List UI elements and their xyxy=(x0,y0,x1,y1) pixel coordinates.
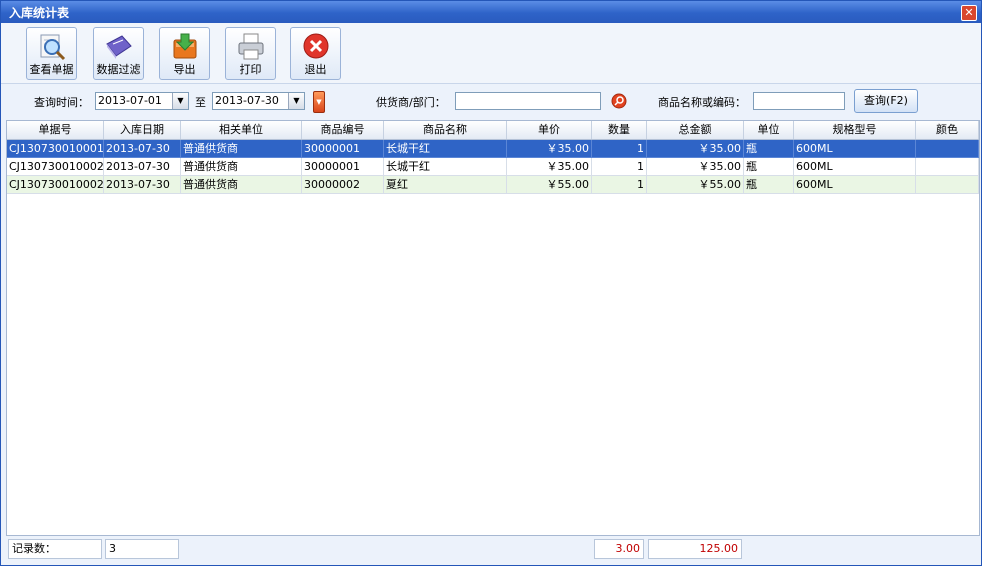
filter-bar: 查询时间： 2013-07-01 ▼ 至 2013-07-30 ▼ ▼ 供货商/… xyxy=(1,84,981,118)
exit-icon xyxy=(303,33,328,59)
cell-quantity: 1 xyxy=(592,158,647,176)
status-bar: 记录数： 3 3.00 125.00 xyxy=(6,537,978,561)
data-filter-button[interactable]: 数据过滤 xyxy=(93,27,144,80)
window-title: 入库统计表 xyxy=(9,6,70,20)
exit-button[interactable]: 退出 xyxy=(290,27,341,80)
col-header-unit[interactable]: 单位 xyxy=(744,121,794,139)
product-input[interactable] xyxy=(753,92,845,110)
col-header-unit-price[interactable]: 单价 xyxy=(507,121,592,139)
to-label: 至 xyxy=(195,96,206,109)
col-header-total[interactable]: 总金额 xyxy=(647,121,744,139)
view-document-label: 查看单据 xyxy=(29,63,74,76)
date-range-dropdown-icon[interactable]: ▼ xyxy=(313,91,325,113)
cell-doc-no: CJ130730010002 xyxy=(7,176,104,194)
date-from-select[interactable]: 2013-07-01 ▼ xyxy=(95,92,189,110)
cell-product-code: 30000001 xyxy=(302,158,384,176)
col-header-color[interactable]: 颜色 xyxy=(916,121,979,139)
col-header-product-name[interactable]: 商品名称 xyxy=(384,121,507,139)
record-count-value: 3 xyxy=(105,539,179,559)
cell-party: 普通供货商 xyxy=(181,140,302,158)
cell-product-name: 长城干红 xyxy=(384,158,507,176)
quantity-total: 3.00 xyxy=(594,539,644,559)
chevron-down-icon[interactable]: ▼ xyxy=(172,93,188,109)
cell-unit: 瓶 xyxy=(744,176,794,194)
export-icon xyxy=(173,33,196,59)
col-header-spec[interactable]: 规格型号 xyxy=(794,121,916,139)
supplier-label: 供货商/部门： xyxy=(376,96,446,109)
cell-quantity: 1 xyxy=(592,140,647,158)
window: 入库统计表 ✕ 查看单据 数据过滤 导出 打印 退出 查询时间： 2013-07… xyxy=(0,0,982,566)
record-count-label: 记录数： xyxy=(8,539,102,559)
table-row[interactable]: CJ130730010002 2013-07-30 普通供货商 30000001… xyxy=(7,158,979,176)
col-header-date[interactable]: 入库日期 xyxy=(104,121,181,139)
close-icon[interactable]: ✕ xyxy=(961,5,977,21)
cell-total: ￥55.00 xyxy=(647,176,744,194)
col-header-party[interactable]: 相关单位 xyxy=(181,121,302,139)
title-bar: 入库统计表 ✕ xyxy=(1,1,981,23)
cell-unit-price: ￥35.00 xyxy=(507,140,592,158)
printer-icon xyxy=(238,33,263,60)
cell-unit: 瓶 xyxy=(744,140,794,158)
query-button[interactable]: 查询(F2) xyxy=(854,89,918,113)
table-header: 单据号 入库日期 相关单位 商品编号 商品名称 单价 数量 总金额 单位 规格型… xyxy=(7,121,979,140)
cell-spec: 600ML xyxy=(794,176,916,194)
print-label: 打印 xyxy=(239,63,262,76)
query-time-label: 查询时间： xyxy=(34,96,89,109)
cell-product-code: 30000001 xyxy=(302,140,384,158)
export-label: 导出 xyxy=(173,63,196,76)
cell-total: ￥35.00 xyxy=(647,158,744,176)
cell-quantity: 1 xyxy=(592,176,647,194)
supplier-search-icon[interactable] xyxy=(611,93,627,109)
cell-date: 2013-07-30 xyxy=(104,140,181,158)
cell-product-name: 夏红 xyxy=(384,176,507,194)
date-to-value: 2013-07-30 xyxy=(215,94,279,107)
cell-unit-price: ￥35.00 xyxy=(507,158,592,176)
filter-book-icon xyxy=(105,35,132,59)
col-header-doc-no[interactable]: 单据号 xyxy=(7,121,104,139)
data-filter-label: 数据过滤 xyxy=(96,63,141,76)
cell-color xyxy=(916,176,979,194)
amount-total: 125.00 xyxy=(648,539,742,559)
cell-doc-no: CJ130730010002 xyxy=(7,158,104,176)
cell-product-name: 长城干红 xyxy=(384,140,507,158)
print-button[interactable]: 打印 xyxy=(225,27,276,80)
cell-unit-price: ￥55.00 xyxy=(507,176,592,194)
magnifier-document-icon xyxy=(40,34,65,61)
data-table: 单据号 入库日期 相关单位 商品编号 商品名称 单价 数量 总金额 单位 规格型… xyxy=(6,120,980,536)
cell-total: ￥35.00 xyxy=(647,140,744,158)
cell-product-code: 30000002 xyxy=(302,176,384,194)
date-from-value: 2013-07-01 xyxy=(98,94,162,107)
cell-party: 普通供货商 xyxy=(181,176,302,194)
cell-spec: 600ML xyxy=(794,140,916,158)
cell-color xyxy=(916,158,979,176)
product-label: 商品名称或编码： xyxy=(658,96,746,109)
cell-party: 普通供货商 xyxy=(181,158,302,176)
export-button[interactable]: 导出 xyxy=(159,27,210,80)
toolbar: 查看单据 数据过滤 导出 打印 退出 xyxy=(1,23,981,84)
cell-unit: 瓶 xyxy=(744,158,794,176)
cell-date: 2013-07-30 xyxy=(104,158,181,176)
table-row[interactable]: CJ130730010001 2013-07-30 普通供货商 30000001… xyxy=(7,140,979,158)
table-row[interactable]: CJ130730010002 2013-07-30 普通供货商 30000002… xyxy=(7,176,979,194)
cell-date: 2013-07-30 xyxy=(104,176,181,194)
col-header-quantity[interactable]: 数量 xyxy=(592,121,647,139)
cell-color xyxy=(916,140,979,158)
date-to-select[interactable]: 2013-07-30 ▼ xyxy=(212,92,305,110)
col-header-product-code[interactable]: 商品编号 xyxy=(302,121,384,139)
chevron-down-icon[interactable]: ▼ xyxy=(288,93,304,109)
view-document-button[interactable]: 查看单据 xyxy=(26,27,77,80)
supplier-input[interactable] xyxy=(455,92,601,110)
exit-label: 退出 xyxy=(304,63,327,76)
cell-doc-no: CJ130730010001 xyxy=(7,140,104,158)
cell-spec: 600ML xyxy=(794,158,916,176)
